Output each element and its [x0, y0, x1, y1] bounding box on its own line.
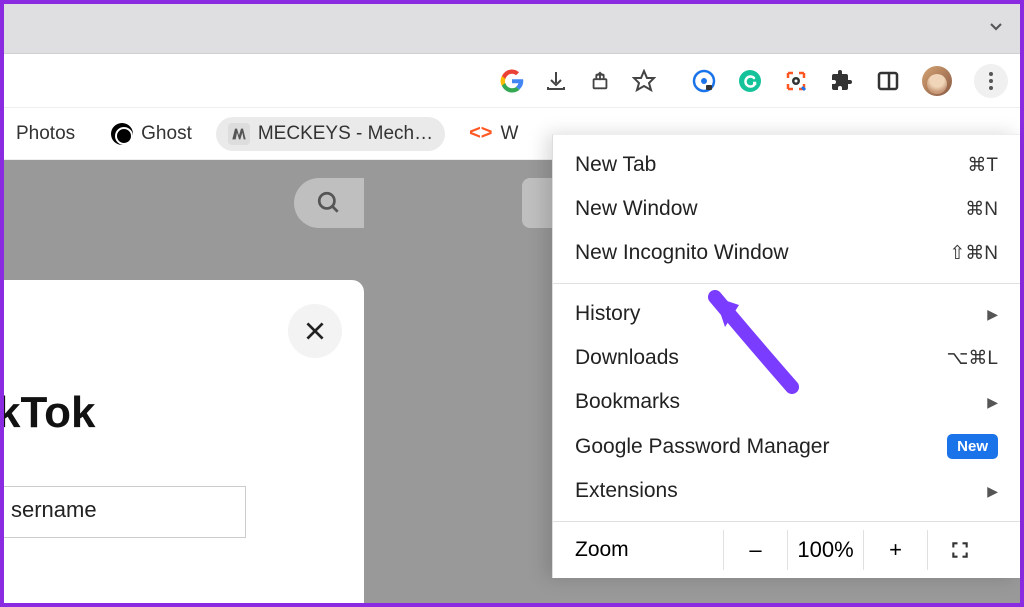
zoom-in-button[interactable]: +	[863, 530, 927, 570]
menu-new-tab[interactable]: New Tab ⌘T	[553, 143, 1020, 187]
menu-shortcut: ⌘N	[965, 198, 998, 221]
code-icon: <>	[469, 122, 492, 145]
menu-label: Extensions	[575, 479, 678, 503]
menu-label: History	[575, 302, 640, 326]
google-icon[interactable]	[500, 69, 524, 93]
chrome-menu: New Tab ⌘T New Window ⌘N New Incognito W…	[552, 134, 1020, 578]
bookmark-label: MECKEYS - Mech…	[258, 123, 433, 145]
extensions-area	[692, 64, 1008, 98]
menu-label: Bookmarks	[575, 390, 680, 414]
download-icon[interactable]	[544, 69, 568, 93]
share-icon[interactable]	[588, 69, 612, 93]
bookmark-code[interactable]: <> W	[457, 116, 530, 151]
bookmark-ghost[interactable]: Ghost	[99, 117, 204, 151]
menu-label: New Window	[575, 197, 698, 221]
menu-google-password-manager[interactable]: Google Password Manager New	[553, 424, 1020, 469]
menu-label: Zoom	[575, 538, 723, 562]
menu-label: New Tab	[575, 153, 656, 177]
menu-downloads[interactable]: Downloads ⌥⌘L	[553, 336, 1020, 380]
bookmark-label: Ghost	[141, 123, 192, 145]
browser-toolbar	[4, 54, 1020, 108]
address-bar-actions	[484, 63, 672, 99]
bookmark-label: W	[500, 123, 518, 145]
grammarly-icon[interactable]	[738, 69, 762, 93]
menu-shortcut: ⇧⌘N	[949, 242, 998, 265]
bookmark-meckeys[interactable]: MECKEYS - Mech…	[216, 117, 445, 151]
profile-avatar[interactable]	[922, 66, 952, 96]
menu-label: Google Password Manager	[575, 435, 829, 459]
chrome-menu-button[interactable]	[974, 64, 1008, 98]
chevron-down-icon[interactable]	[986, 16, 1006, 41]
login-card: kTok sername	[4, 280, 364, 603]
menu-new-window[interactable]: New Window ⌘N	[553, 187, 1020, 231]
bookmark-label: Photos	[16, 123, 75, 145]
submenu-arrow-icon: ▶	[987, 394, 998, 411]
bookmark-photos[interactable]: Photos	[4, 117, 87, 151]
fullscreen-button[interactable]	[927, 530, 991, 570]
menu-extensions[interactable]: Extensions ▶	[553, 469, 1020, 513]
new-badge: New	[947, 434, 998, 459]
submenu-arrow-icon: ▶	[987, 306, 998, 323]
submenu-arrow-icon: ▶	[987, 483, 998, 500]
ghost-icon	[111, 123, 133, 145]
star-icon[interactable]	[632, 69, 656, 93]
meckeys-icon	[228, 123, 250, 145]
privacy-tracker-icon[interactable]	[692, 69, 716, 93]
menu-label: New Incognito Window	[575, 241, 789, 265]
menu-new-incognito[interactable]: New Incognito Window ⇧⌘N	[553, 231, 1020, 275]
menu-bookmarks[interactable]: Bookmarks ▶	[553, 380, 1020, 424]
screenshot-icon[interactable]	[784, 69, 808, 93]
username-input[interactable]: sername	[4, 486, 246, 538]
page-title: kTok	[4, 388, 364, 438]
page-search-button[interactable]	[294, 178, 364, 228]
extensions-puzzle-icon[interactable]	[830, 69, 854, 93]
window-titlebar	[4, 4, 1020, 54]
menu-label: Downloads	[575, 346, 679, 370]
menu-history[interactable]: History ▶	[553, 292, 1020, 336]
zoom-out-button[interactable]: –	[723, 530, 787, 570]
menu-zoom-row: Zoom – 100% +	[553, 522, 1020, 578]
menu-shortcut: ⌥⌘L	[947, 347, 998, 370]
menu-shortcut: ⌘T	[967, 154, 998, 177]
zoom-level: 100%	[787, 530, 863, 570]
side-panel-icon[interactable]	[876, 69, 900, 93]
close-button[interactable]	[288, 304, 342, 358]
